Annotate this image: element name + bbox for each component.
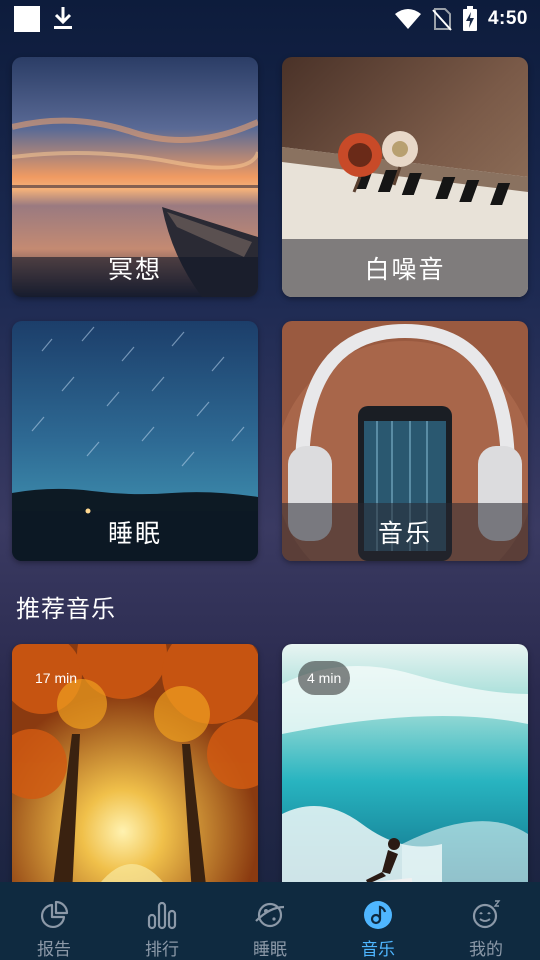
duration-badge: 17 min — [35, 670, 78, 686]
nav-ranking[interactable]: 排行 — [108, 882, 216, 960]
card-label: 睡眠 — [107, 519, 162, 548]
planet-icon — [255, 902, 285, 928]
status-time: 4:50 — [487, 8, 528, 29]
download-icon — [54, 7, 72, 29]
card-music[interactable]: 音乐 — [282, 321, 528, 561]
bottom-nav: 报告 排行 睡眠 音乐 我的 — [0, 882, 540, 960]
nav-report[interactable]: 报告 — [0, 882, 108, 960]
nav-label: 音乐 — [361, 940, 395, 960]
card-label: 冥想 — [107, 255, 162, 284]
card-whitenoise[interactable]: 白噪音 — [282, 57, 528, 297]
no-sim-icon — [432, 8, 452, 31]
status-bar: 4:50 — [0, 0, 540, 38]
bar-chart-icon — [147, 901, 177, 930]
nav-sleep[interactable]: 睡眠 — [216, 882, 324, 960]
nav-label: 报告 — [37, 940, 71, 960]
section-title-recommended: 推荐音乐 — [16, 595, 116, 623]
music-note-icon — [364, 901, 392, 929]
card-label: 音乐 — [282, 503, 528, 561]
nav-label: 我的 — [469, 940, 503, 960]
nav-label: 睡眠 — [253, 940, 287, 960]
square-icon — [14, 6, 40, 32]
recommended-item[interactable]: 4 min — [282, 644, 528, 894]
recommended-item[interactable]: 17 min — [12, 644, 258, 894]
card-meditation[interactable]: 冥想 — [12, 57, 258, 297]
nav-mine[interactable]: 我的 — [432, 882, 540, 960]
card-sleep[interactable]: 睡眠 — [12, 321, 258, 561]
sleepy-face-icon — [472, 900, 501, 929]
card-label: 白噪音 — [282, 239, 528, 297]
wifi-icon — [394, 9, 421, 29]
battery-charging-icon — [462, 6, 477, 31]
nav-label: 排行 — [145, 940, 179, 960]
duration-badge: 4 min — [298, 661, 351, 695]
pie-chart-icon — [40, 900, 69, 929]
nav-music[interactable]: 音乐 — [324, 882, 432, 960]
